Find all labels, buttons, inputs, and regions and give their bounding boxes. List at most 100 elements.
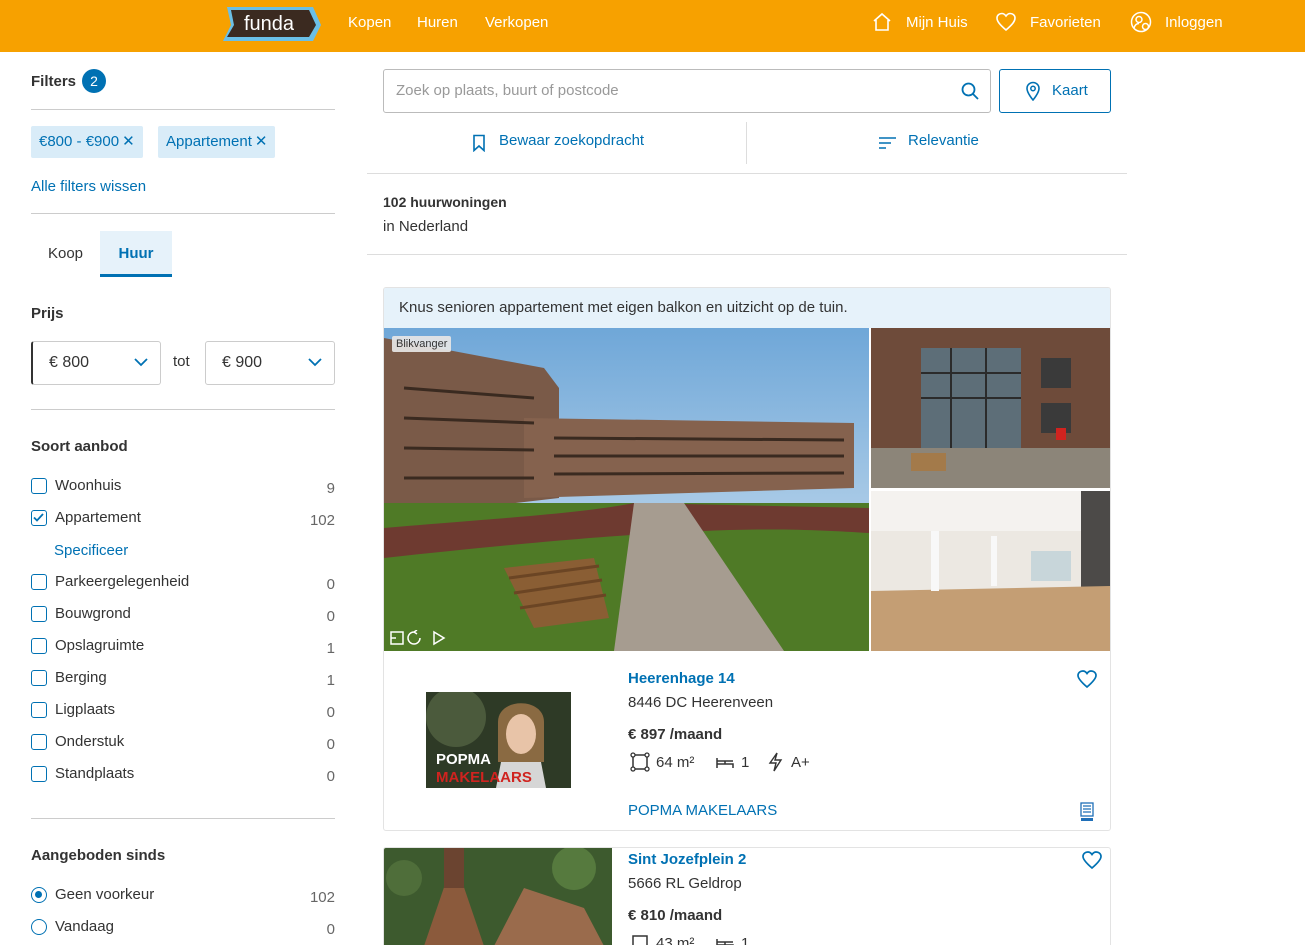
user-gear-icon[interactable]: [1130, 11, 1152, 33]
chip-label: €800 - €900: [39, 133, 120, 150]
nav-verkopen[interactable]: Verkopen: [485, 14, 548, 31]
close-icon[interactable]: ✕: [255, 126, 268, 158]
checkbox[interactable]: [31, 574, 47, 590]
listing-card[interactable]: Knus senioren appartement met eigen balk…: [383, 287, 1111, 831]
checkbox-label: Onderstuk: [55, 733, 125, 750]
checkbox[interactable]: [31, 638, 47, 654]
checkbox[interactable]: [31, 734, 47, 750]
surface-area-icon: [632, 935, 648, 945]
checkbox-label: Bouwgrond: [55, 605, 131, 622]
result-count: 0: [326, 921, 335, 938]
bed-icon: [716, 939, 734, 945]
listing-price: € 897 /maand: [628, 726, 723, 743]
agent-logo-text-top: POPMA: [436, 751, 491, 768]
checkbox-onderstuk[interactable]: Onderstuk 0: [31, 732, 335, 754]
heart-icon[interactable]: [995, 11, 1017, 33]
funda-logo[interactable]: funda: [221, 5, 321, 41]
result-count: 0: [326, 576, 335, 593]
price-separator: tot: [173, 353, 190, 370]
agent-name-link[interactable]: POPMA MAKELAARS: [628, 802, 777, 819]
search-input[interactable]: Zoek op plaats, buurt of postcode: [383, 69, 991, 113]
checkbox-label: Opslagruimte: [55, 637, 145, 654]
radio[interactable]: [31, 919, 47, 935]
chevron-down-icon: [308, 358, 322, 367]
checkbox[interactable]: [31, 766, 47, 782]
checkbox-standplaats[interactable]: Standplaats 0: [31, 764, 335, 786]
floorplan-icon[interactable]: [390, 631, 404, 645]
nav-kopen[interactable]: Kopen: [348, 14, 391, 31]
nav-inloggen[interactable]: Inloggen: [1165, 14, 1223, 31]
clear-all-filters-link[interactable]: Alle filters wissen: [31, 178, 146, 195]
listing-postcode-city: 5666 RL Geldrop: [628, 875, 742, 892]
video-play-icon[interactable]: [433, 630, 446, 646]
sort-button[interactable]: Relevantie: [908, 132, 979, 149]
result-count: 0: [326, 736, 335, 753]
filter-chip-type[interactable]: Appartement ✕: [158, 126, 276, 158]
close-icon[interactable]: ✕: [122, 126, 135, 158]
radio-geen-voorkeur[interactable]: Geen voorkeur 102: [31, 885, 335, 907]
listing-price: € 810 /maand: [628, 907, 723, 924]
checkbox[interactable]: [31, 478, 47, 494]
min-price-value: € 800: [49, 354, 90, 371]
divider: [746, 122, 747, 164]
surface-area-icon: [630, 752, 650, 772]
checkbox-woonhuis[interactable]: Woonhuis 9: [31, 476, 335, 498]
checkbox-berging[interactable]: Berging 1: [31, 668, 335, 690]
checkbox-label: Berging: [55, 669, 107, 686]
listing-photo-interior[interactable]: [871, 491, 1111, 651]
listing-promo-text: Knus senioren appartement met eigen balk…: [384, 288, 1110, 328]
house-icon[interactable]: [871, 11, 893, 33]
checkbox-label: Ligplaats: [55, 701, 116, 718]
favorite-heart-icon[interactable]: [1076, 669, 1098, 689]
chip-label: Appartement: [166, 133, 252, 150]
bed-icon: [716, 758, 734, 768]
media-icons[interactable]: [390, 630, 450, 646]
divider: [31, 409, 335, 410]
filters-count-badge: 2: [82, 69, 106, 93]
result-count: 102: [309, 889, 335, 906]
nav-mijn-huis[interactable]: Mijn Huis: [906, 14, 968, 31]
min-price-select[interactable]: € 800: [31, 341, 161, 385]
save-search-button[interactable]: Bewaar zoekopdracht: [499, 132, 644, 149]
listing-address-link[interactable]: Heerenhage 14: [628, 670, 735, 687]
checkbox[interactable]: [31, 702, 47, 718]
checkbox-appartement[interactable]: Appartement 102: [31, 508, 335, 530]
divider: [31, 818, 335, 819]
blikvanger-badge: Blikvanger: [392, 336, 452, 352]
checkbox-ligplaats[interactable]: Ligplaats 0: [31, 700, 335, 722]
filter-chip-price[interactable]: €800 - €900 ✕: [31, 126, 143, 158]
check-icon: [33, 513, 44, 522]
checkbox-opslagruimte[interactable]: Opslagruimte 1: [31, 636, 335, 658]
tab-huur[interactable]: Huur: [100, 231, 172, 277]
bookmark-icon[interactable]: [472, 134, 486, 152]
chevron-down-icon: [134, 358, 148, 367]
map-button-label: Kaart: [1052, 82, 1088, 99]
search-placeholder: Zoek op plaats, buurt of postcode: [396, 82, 619, 99]
favorite-heart-icon[interactable]: [1081, 850, 1103, 870]
tab-koop[interactable]: Koop: [31, 231, 100, 277]
specificeer-link[interactable]: Specificeer: [54, 542, 128, 559]
radio-selected[interactable]: [31, 887, 47, 903]
search-icon[interactable]: [960, 81, 980, 101]
filters-title: Filters: [31, 73, 77, 90]
radio-vandaag[interactable]: Vandaag 0: [31, 917, 335, 939]
listing-photo-main[interactable]: [384, 328, 869, 651]
nav-huren[interactable]: Huren: [417, 14, 458, 31]
listing-photo-entrance[interactable]: [871, 328, 1111, 488]
360-view-icon[interactable]: [407, 630, 421, 645]
checkbox-bouwgrond[interactable]: Bouwgrond 0: [31, 604, 335, 626]
max-price-select[interactable]: € 900: [205, 341, 335, 385]
map-button[interactable]: Kaart: [999, 69, 1111, 113]
nav-favorieten[interactable]: Favorieten: [1030, 14, 1101, 31]
checkbox-checked[interactable]: [31, 510, 47, 526]
radio-label: Vandaag: [55, 918, 114, 935]
listing-address-link[interactable]: Sint Jozefplein 2: [628, 851, 746, 868]
checkbox-parkeergelegenheid[interactable]: Parkeergelegenheid 0: [31, 572, 335, 594]
results-count: 102 huurwoningen: [383, 194, 507, 210]
checkbox[interactable]: [31, 606, 47, 622]
listing-photo-main[interactable]: [384, 848, 612, 945]
agent-logo-popma[interactable]: POPMA MAKELAARS: [426, 692, 571, 788]
listing-card[interactable]: Sint Jozefplein 2 5666 RL Geldrop € 810 …: [383, 847, 1111, 945]
sort-icon[interactable]: [878, 135, 898, 151]
checkbox[interactable]: [31, 670, 47, 686]
